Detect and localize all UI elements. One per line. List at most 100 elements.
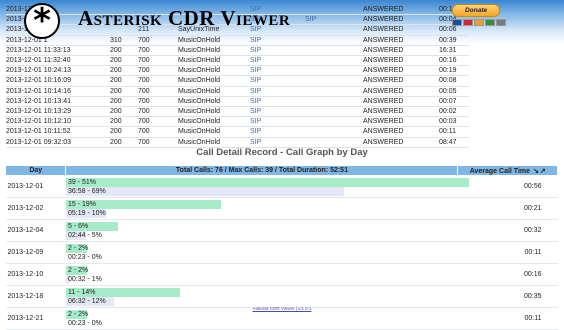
cdr-row: 2013-12-01 10:11:52 200 700 MusicOnHold SIP A… <box>6 127 469 138</box>
calls-bar-line: 2 - 2% <box>65 243 458 253</box>
cdr-cell-chan: SIP <box>250 138 262 146</box>
calls-bar-label: 2 - 2% <box>67 266 89 274</box>
cdr-cell-chan: SIP <box>250 46 262 54</box>
graph-bars-cell: 39 - 51% 36:58 - 69% <box>65 175 469 198</box>
cdr-cell-dur: 00:16 <box>439 57 457 65</box>
cdr-cell-chan: SIP <box>250 118 262 126</box>
cdr-row: 2013-12-01 10:13:29 200 700 MusicOnHold SIP A… <box>6 107 469 117</box>
sort-up-icon[interactable]: ↗ <box>540 167 546 175</box>
avg-column-label: Average Call Time <box>469 167 531 175</box>
graph-row: 2013-12-01 39 - 51% 36:58 - 69% 00:56 <box>5 175 558 198</box>
cdr-cell-date: 2013-12-01 10:14:16 <box>6 87 71 95</box>
cdr-cell-dur: 08:47 <box>439 138 457 146</box>
footer-link[interactable]: Asterisk CDR Viewer | v.1.0.1 <box>0 306 564 311</box>
cdr-cell-dst: 700 <box>138 118 150 126</box>
cdr-cell-extra <box>305 127 363 137</box>
cdr-cell-disp: ANSWERED <box>363 97 404 105</box>
cdr-row: 2013-12-01 10:12:10 200 700 MusicOnHold SIP A… <box>6 117 469 127</box>
duration-bar-line: 02:44 - 5% <box>65 230 458 240</box>
cdr-cell-src: 200 <box>110 128 122 136</box>
cdr-cell-extra <box>305 45 363 55</box>
cdr-cell-chan: SIP <box>250 87 262 95</box>
calls-bar-label: 2 - 2% <box>67 310 89 318</box>
graph-bars-cell: 15 - 19% 05:19 - 10% <box>65 197 458 220</box>
cdr-cell-extra <box>305 5 363 15</box>
cdr-cell-dst: 700 <box>138 57 150 65</box>
cdr-cell-dst: 700 <box>138 67 150 75</box>
cdr-row: 2013-12-01 1 310 700 MusicOnHold SIP ANSWERED… <box>6 35 469 46</box>
duration-bar-line: 00:32 - 1% <box>65 274 458 284</box>
calls-bar <box>65 177 469 187</box>
duration-bar-label: 02:44 - 5% <box>67 231 102 239</box>
cdr-cell-date: 2013-12-01 10:13:29 <box>6 108 71 116</box>
cdr-cell-disp: ANSWERED <box>363 46 404 54</box>
payment-card-icon <box>474 19 484 26</box>
cdr-cell-date: 2013-12-01 10:16:09 <box>6 77 71 85</box>
cdr-cell-date: 2013-12-01 1 <box>6 36 48 44</box>
cdr-cell-disp: ANSWERED <box>363 138 404 146</box>
cdr-cell-extra <box>305 96 363 106</box>
avg-column-header[interactable]: Average Call Time ↘↗ <box>457 165 558 176</box>
calls-bar-label: 2 - 2% <box>67 244 89 252</box>
cdr-cell-app: MusicOnHold <box>178 57 221 65</box>
calls-bar-label: 5 - 6% <box>67 222 89 230</box>
payment-card-icon <box>463 19 473 26</box>
graph-avg-time: 00:35 <box>457 285 558 308</box>
cdr-cell-app: MusicOnHold <box>178 128 221 136</box>
duration-bar-line: 00:23 - 0% <box>66 253 458 262</box>
cdr-cell-src: 200 <box>110 87 122 95</box>
cdr-cell-dst: 700 <box>138 97 150 105</box>
cdr-cell-dur: 00:07 <box>439 97 457 105</box>
graph-avg-time: 00:11 <box>457 241 558 264</box>
duration-bar-line: 06:32 - 12% <box>65 296 458 306</box>
duration-bar-label: 06:32 - 12% <box>67 297 106 305</box>
calls-bar-line: 5 - 6% <box>65 221 458 231</box>
graph-title: Call Detail Record - Call Graph by Day <box>196 147 368 158</box>
cdr-cell-date: 2013-12-01 09:32:03 <box>6 138 71 146</box>
cdr-cell-extra <box>305 56 363 66</box>
cdr-cell-extra <box>305 117 363 127</box>
duration-bar-label: 05:19 - 10% <box>67 209 106 217</box>
duration-bar-line: 05:19 - 10% <box>65 208 458 218</box>
cdr-cell-src: 200 <box>110 138 122 146</box>
cdr-cell-chan: SIP <box>250 77 262 85</box>
cdr-cell-dst: 700 <box>138 36 150 44</box>
cdr-cell-extra <box>305 107 363 117</box>
cdr-cell-extra <box>305 137 363 147</box>
day-column-header[interactable]: Day <box>4 165 67 176</box>
graph-row: 2013-12-18 11 - 14% 06:32 - 12% 00:35 <box>5 285 558 308</box>
summary-column-header: Total Calls: 76 / Max Calls: 39 / Total … <box>65 165 459 176</box>
calls-bar-line: 15 - 19% <box>65 199 458 209</box>
payment-card-icon <box>452 19 462 26</box>
graph-bars-cell: 5 - 6% 02:44 - 5% <box>65 219 458 242</box>
cdr-cell-app: MusicOnHold <box>178 36 221 44</box>
cdr-cell-disp: ANSWERED <box>363 16 404 24</box>
cdr-row: 2013-12-01 09:32:03 200 700 MusicOnHold SIP A… <box>6 137 469 148</box>
cdr-cell-src: 310 <box>110 36 122 44</box>
cdr-cell-dur: 00:02 <box>439 108 457 116</box>
duration-bar-label: 36:58 - 69% <box>67 187 106 195</box>
cdr-cell-dst: 700 <box>138 138 150 146</box>
calls-bar-line: 39 - 51% <box>65 177 469 187</box>
donate-button[interactable]: Donate <box>452 4 500 17</box>
cdr-row: 2013-12-01 10:16:09 200 700 MusicOnHold SIP A… <box>6 76 469 87</box>
cdr-cell-disp: ANSWERED <box>363 36 404 44</box>
cdr-cell-extra <box>305 66 363 76</box>
cdr-cell-src: 200 <box>110 67 122 75</box>
cdr-cell-date: 2013-12-01 10:12:10 <box>6 118 71 126</box>
cdr-cell-app: MusicOnHold <box>178 77 221 85</box>
cdr-cell-src: 200 <box>110 57 122 65</box>
cdr-cell-dur: 00:11 <box>439 128 456 136</box>
cdr-row: 2013-12-01 11:33:13 200 700 MusicOnHold SIP A… <box>6 45 469 56</box>
cdr-row: 2013-12-01 10:13:41 200 700 MusicOnHold SIP A… <box>6 96 469 107</box>
cdr-cell-extra <box>305 25 363 35</box>
cdr-cell-date: 2013-12-01 10:24:13 <box>6 67 71 75</box>
cdr-cell-chan: SIP <box>250 67 262 75</box>
cdr-cell-chan: SIP <box>250 97 262 105</box>
graph-day: 2013-12-01 <box>5 175 66 198</box>
cdr-cell-chan: SIP <box>250 128 262 136</box>
cdr-cell-app: MusicOnHold <box>178 118 221 126</box>
sort-down-icon[interactable]: ↘ <box>533 167 539 175</box>
cdr-cell-src: 200 <box>110 118 122 126</box>
cdr-cell-disp: ANSWERED <box>363 67 404 75</box>
